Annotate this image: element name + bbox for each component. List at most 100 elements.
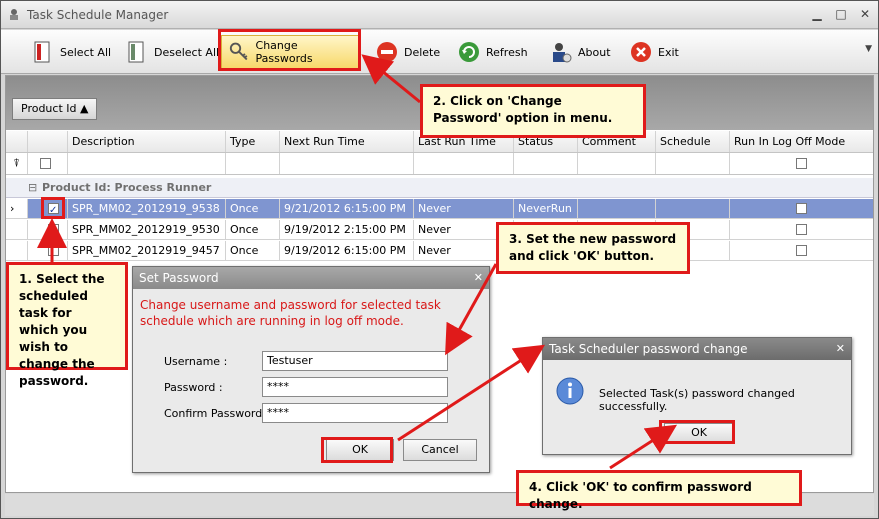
password-label: Password : — [164, 381, 223, 394]
filter-row: ⍒ — [6, 153, 873, 175]
about-button[interactable]: About — [543, 35, 617, 69]
username-label: Username : — [164, 355, 228, 368]
cell-description: SPR_MM02_2012919_9538 — [68, 199, 226, 218]
maximize-icon[interactable]: □ — [832, 6, 850, 22]
toolbar-overflow-icon[interactable]: ▼ — [865, 44, 872, 54]
delete-label: Delete — [404, 45, 441, 59]
row-checkbox[interactable] — [48, 224, 59, 235]
cell-description: SPR_MM02_2012919_9530 — [68, 220, 226, 239]
username-field[interactable]: Testuser — [262, 351, 448, 371]
filter-checkbox[interactable] — [40, 158, 51, 169]
exit-button[interactable]: Exit — [623, 35, 685, 69]
row-indicator-icon: › — [6, 199, 28, 218]
filter-check-cell[interactable] — [28, 153, 68, 174]
exit-icon — [631, 42, 651, 62]
delete-button[interactable]: Delete — [369, 35, 446, 69]
filter-schedule[interactable] — [656, 153, 730, 174]
select-all-button[interactable]: Select All — [25, 35, 117, 69]
cell-next-run: 9/21/2012 6:15:00 PM — [280, 199, 414, 218]
title-bar: Task Schedule Manager ▁ □ ✕ — [1, 1, 878, 29]
set-password-cancel-button[interactable]: Cancel — [403, 439, 477, 461]
row-indicator — [6, 220, 28, 239]
highlight-change-passwords — [218, 29, 361, 71]
select-all-label: Select All — [60, 45, 112, 59]
table-row[interactable]: SPR_MM02_2012919_9457 Once 9/19/2012 6:1… — [6, 241, 873, 261]
password-changed-close-icon[interactable]: ✕ — [836, 342, 845, 355]
about-icon — [553, 43, 572, 63]
filter-type[interactable] — [226, 153, 280, 174]
set-password-title: Set Password — [133, 267, 489, 289]
table-row[interactable]: SPR_MM02_2012919_9530 Once 9/19/2012 2:1… — [6, 220, 873, 240]
filter-last-run[interactable] — [414, 153, 514, 174]
set-password-message: Change username and password for selecte… — [140, 298, 441, 328]
row-indicator — [6, 241, 28, 260]
cell-next-run: 9/19/2012 2:15:00 PM — [280, 220, 414, 239]
row-checkbox[interactable] — [48, 245, 59, 256]
callout-step-3: 3. Set the new password and click 'OK' b… — [496, 222, 690, 274]
deselect-all-label: Deselect All — [154, 45, 220, 59]
row-check-cell[interactable] — [28, 220, 68, 239]
refresh-label: Refresh — [486, 45, 528, 59]
filter-description[interactable] — [68, 153, 226, 174]
app-icon — [10, 9, 18, 20]
row-check-cell[interactable] — [28, 241, 68, 260]
highlight-confirm-ok — [659, 420, 735, 444]
cell-comment — [578, 199, 656, 218]
callout-step-1: 1. Select the scheduled task for which y… — [6, 262, 128, 388]
column-schedule[interactable]: Schedule — [656, 131, 730, 152]
password-field[interactable]: **** — [262, 377, 448, 397]
minimize-icon[interactable]: ▁ — [808, 6, 826, 22]
cell-schedule — [656, 199, 730, 218]
set-password-dialog: Set Password ✕ Change username and passw… — [132, 266, 490, 473]
window-title: Task Schedule Manager — [27, 8, 169, 22]
select-all-icon — [34, 41, 50, 63]
column-run-in-log-off-mode[interactable]: Run In Log Off Mode — [730, 131, 873, 152]
cell-next-run: 9/19/2012 6:15:00 PM — [280, 241, 414, 260]
cell-logoff[interactable] — [730, 241, 873, 260]
column-next-run-time[interactable]: Next Run Time — [280, 131, 414, 152]
confirm-password-label: Confirm Password : — [164, 407, 270, 420]
close-icon[interactable]: ✕ — [856, 6, 874, 22]
callout-step-2: 2. Click on 'Change Password' option in … — [420, 84, 646, 138]
filter-status[interactable] — [514, 153, 578, 174]
deselect-all-icon — [128, 41, 144, 63]
group-row-label: Product Id: Process Runner — [42, 181, 212, 194]
collapse-icon[interactable]: ⊟ — [28, 178, 37, 198]
highlight-row-checkbox — [41, 197, 65, 219]
refresh-icon — [459, 42, 479, 62]
row-logoff-checkbox[interactable] — [796, 245, 807, 256]
column-description[interactable]: Description — [68, 131, 226, 152]
cell-logoff[interactable] — [730, 220, 873, 239]
cell-description: SPR_MM02_2012919_9457 — [68, 241, 226, 260]
password-changed-message: Selected Task(s) password changed succes… — [599, 387, 795, 413]
deselect-all-button[interactable]: Deselect All — [119, 35, 225, 69]
filter-comment[interactable] — [578, 153, 656, 174]
filter-logoff-checkbox[interactable] — [796, 158, 807, 169]
row-logoff-checkbox[interactable] — [796, 203, 807, 214]
table-row[interactable]: › SPR_MM02_2012919_9538 Once 9/21/2012 6… — [6, 199, 873, 219]
filter-next-run[interactable] — [280, 153, 414, 174]
filter-icon[interactable]: ⍒ — [6, 153, 28, 174]
exit-label: Exit — [658, 45, 679, 59]
password-changed-title: Task Scheduler password change — [543, 338, 851, 360]
info-icon — [556, 377, 584, 405]
cell-status: NeverRun — [514, 199, 578, 218]
about-label: About — [578, 45, 611, 59]
cell-last-run: Never — [414, 199, 514, 218]
confirm-password-field[interactable]: **** — [262, 403, 448, 423]
filter-logoff-cell[interactable] — [730, 153, 873, 174]
header-indicator — [6, 131, 28, 152]
set-password-close-icon[interactable]: ✕ — [474, 271, 483, 284]
refresh-button[interactable]: Refresh — [451, 35, 534, 69]
cell-type: Once — [226, 220, 280, 239]
cell-type: Once — [226, 241, 280, 260]
row-logoff-checkbox[interactable] — [796, 224, 807, 235]
group-row[interactable]: ⊟ Product Id: Process Runner — [6, 178, 873, 198]
cell-type: Once — [226, 199, 280, 218]
group-chip-product-id[interactable]: Product Id ▲ — [12, 98, 98, 120]
cell-logoff[interactable] — [730, 199, 873, 218]
highlight-set-password-ok — [321, 437, 393, 463]
header-check — [28, 131, 68, 152]
callout-step-4: 4. Click 'OK' to confirm password change… — [516, 470, 802, 511]
column-type[interactable]: Type — [226, 131, 280, 152]
